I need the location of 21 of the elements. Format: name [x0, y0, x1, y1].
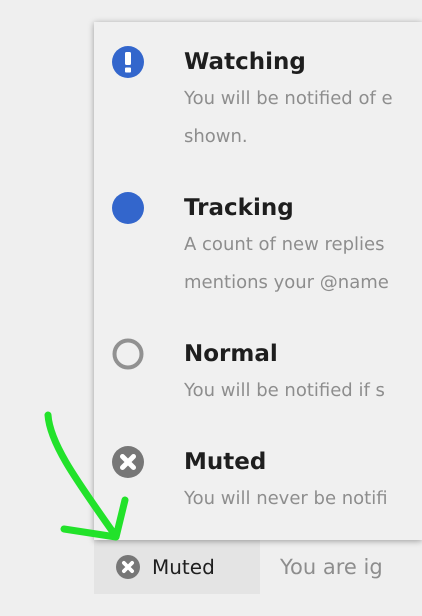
- close-icon: [112, 446, 144, 478]
- option-title: Watching: [184, 48, 307, 77]
- option-description: mentions your @name: [184, 271, 390, 295]
- option-description: You will never be notifi: [184, 487, 389, 511]
- status-text: You are ig: [280, 555, 383, 579]
- option-description: You will be notified if s: [184, 379, 386, 403]
- menu-option[interactable]: Watching You will be notified of e shown.: [94, 44, 422, 190]
- menu-option[interactable]: Normal You will be notified if s: [94, 336, 422, 444]
- exclamation-icon: [112, 46, 144, 78]
- notification-level-button[interactable]: Muted: [94, 540, 260, 594]
- menu-option[interactable]: Muted You will never be notifi: [94, 444, 422, 540]
- circle-icon: [112, 338, 144, 370]
- option-description: A count of new replies: [184, 233, 386, 257]
- option-description: You will be notified of e: [184, 87, 394, 111]
- option-title: Normal: [184, 340, 279, 369]
- option-title: Muted: [184, 448, 268, 477]
- close-icon: [116, 555, 140, 579]
- option-description: shown.: [184, 125, 249, 149]
- option-title: Tracking: [184, 194, 295, 223]
- dot-icon: [112, 192, 144, 224]
- menu-option[interactable]: Tracking A count of new replies mentions your @name: [94, 190, 422, 336]
